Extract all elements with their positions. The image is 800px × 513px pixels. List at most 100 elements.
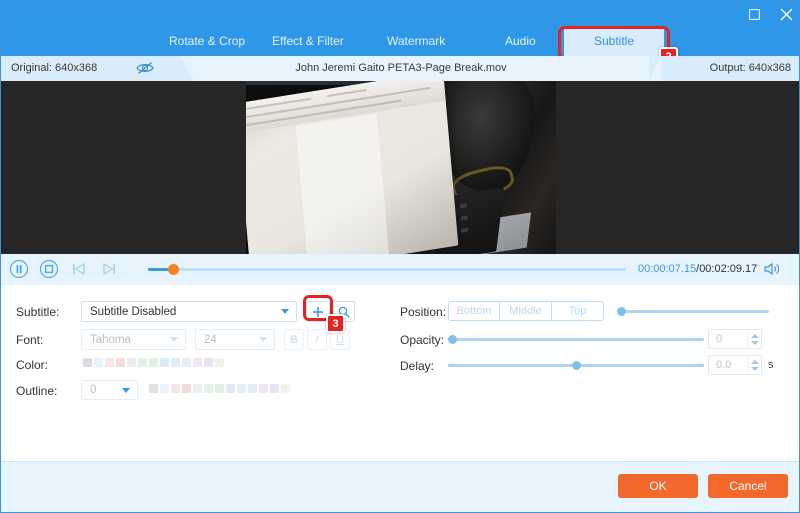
outline-width-value: 0 <box>90 384 97 396</box>
seek-bar[interactable] <box>148 264 626 275</box>
time-display: 00:00:07.15/00:02:09.17 <box>638 263 757 275</box>
subtitle-label: Subtitle: <box>16 305 60 319</box>
color-swatch[interactable] <box>138 358 147 367</box>
opacity-slider[interactable] <box>448 335 704 344</box>
outline-width-select[interactable]: 0 <box>81 380 138 400</box>
window-controls <box>745 1 795 27</box>
stop-icon[interactable] <box>39 259 61 281</box>
stepper-down-icon[interactable] <box>750 340 759 345</box>
tab-effect-filter[interactable]: Effect & Filter <box>256 27 360 56</box>
subtitle-select-value: Subtitle Disabled <box>90 305 177 318</box>
tab-watermark[interactable]: Watermark <box>371 27 461 56</box>
chevron-down-icon <box>259 337 267 342</box>
laptop-screen <box>246 81 459 254</box>
opacity-label: Opacity: <box>400 333 445 347</box>
outline-swatch[interactable] <box>215 384 224 393</box>
stepper-down-icon[interactable] <box>750 366 759 371</box>
delay-stepper-arrows[interactable] <box>747 356 761 374</box>
outline-swatch[interactable] <box>160 384 169 393</box>
opacity-value: 0 <box>716 333 723 345</box>
position-option-middle[interactable]: Middle <box>500 301 552 321</box>
outline-swatch[interactable] <box>259 384 268 393</box>
chevron-down-icon <box>170 337 178 342</box>
font-family-value: Tahoma <box>90 333 131 346</box>
opacity-stepper-arrows[interactable] <box>747 330 761 348</box>
total-time: 00:02:09.17 <box>699 263 758 275</box>
delay-slider-handle[interactable] <box>572 361 581 370</box>
delay-value: 0.0 <box>716 359 732 371</box>
output-resolution: Output: 640x368 <box>709 62 791 74</box>
eye-off-icon[interactable] <box>135 60 155 79</box>
opacity-stepper[interactable]: 0 <box>708 329 762 349</box>
color-swatch[interactable] <box>116 358 125 367</box>
font-size-value: 24 <box>204 333 217 346</box>
outline-swatch[interactable] <box>237 384 246 393</box>
outline-swatch[interactable] <box>182 384 191 393</box>
stepper-up-icon[interactable] <box>750 359 759 364</box>
seek-handle[interactable] <box>168 264 179 275</box>
subtitle-select[interactable]: Subtitle Disabled <box>81 301 297 322</box>
next-frame-icon[interactable] <box>99 259 121 281</box>
outline-swatch[interactable] <box>193 384 202 393</box>
color-swatch[interactable] <box>105 358 114 367</box>
italic-button[interactable]: I <box>307 329 327 350</box>
color-label: Color: <box>16 358 49 372</box>
video-preview-area[interactable] <box>1 81 799 254</box>
color-swatch[interactable] <box>182 358 191 367</box>
ok-button[interactable]: OK <box>618 474 698 498</box>
tab-bar: Rotate & Crop Effect & Filter Watermark … <box>1 27 799 56</box>
outline-swatch[interactable] <box>149 384 158 393</box>
subtitle-settings-panel: Subtitle: Subtitle Disabled Font: Tahoma… <box>1 285 799 463</box>
document-page <box>295 113 390 254</box>
video-editor-window: Rotate & Crop Effect & Filter Watermark … <box>0 0 800 513</box>
opacity-slider-handle[interactable] <box>448 335 457 344</box>
close-icon[interactable] <box>777 5 795 23</box>
file-name-label: John Jeremi Gaito PETA3-Page Break.mov <box>295 62 507 74</box>
outline-swatch[interactable] <box>204 384 213 393</box>
color-swatch[interactable] <box>83 358 92 367</box>
font-label: Font: <box>16 333 44 347</box>
volume-icon[interactable] <box>763 261 781 282</box>
tab-subtitle[interactable]: Subtitle <box>564 27 664 56</box>
delay-stepper[interactable]: 0.0 <box>708 355 762 375</box>
font-size-select[interactable]: 24 <box>195 329 275 350</box>
outline-swatch[interactable] <box>270 384 279 393</box>
position-label: Position: <box>400 305 447 319</box>
maximize-icon[interactable] <box>745 5 763 23</box>
dialog-footer: OK Cancel <box>1 461 799 512</box>
pause-icon[interactable] <box>9 259 31 281</box>
stepper-up-icon[interactable] <box>750 333 759 338</box>
font-family-select[interactable]: Tahoma <box>81 329 186 350</box>
tab-audio[interactable]: Audio <box>489 27 552 56</box>
delay-slider[interactable] <box>448 361 704 370</box>
previous-frame-icon[interactable] <box>69 259 91 281</box>
outline-swatch[interactable] <box>248 384 257 393</box>
chevron-down-icon <box>122 387 130 393</box>
outline-more-dots[interactable]: ··· <box>279 381 293 393</box>
position-slider[interactable] <box>617 307 769 316</box>
step-badge-3: 3 <box>326 314 345 333</box>
current-time: 00:00:07.15 <box>638 263 697 275</box>
original-resolution: Original: 640x368 <box>11 62 98 74</box>
position-option-top[interactable]: Top <box>552 301 604 321</box>
color-more-dots[interactable]: ··· <box>212 355 226 367</box>
color-swatch[interactable] <box>171 358 180 367</box>
position-slider-handle[interactable] <box>617 307 626 316</box>
color-swatch[interactable] <box>160 358 169 367</box>
delay-unit-label: s <box>768 359 774 371</box>
bold-button[interactable]: B <box>284 329 304 350</box>
outline-label: Outline: <box>16 384 58 398</box>
color-swatch[interactable] <box>127 358 136 367</box>
player-control-bar: 00:00:07.15/00:02:09.17 <box>1 254 799 285</box>
position-option-bottom[interactable]: Bottom <box>448 301 500 321</box>
delay-label: Delay: <box>400 359 435 373</box>
title-bar <box>1 1 799 27</box>
cancel-button[interactable]: Cancel <box>708 474 788 498</box>
color-swatch[interactable] <box>94 358 103 367</box>
outline-swatch[interactable] <box>171 384 180 393</box>
color-swatch[interactable] <box>193 358 202 367</box>
video-frame <box>246 81 556 254</box>
outline-swatch[interactable] <box>226 384 235 393</box>
tab-rotate-crop[interactable]: Rotate & Crop <box>153 27 261 56</box>
color-swatch[interactable] <box>149 358 158 367</box>
